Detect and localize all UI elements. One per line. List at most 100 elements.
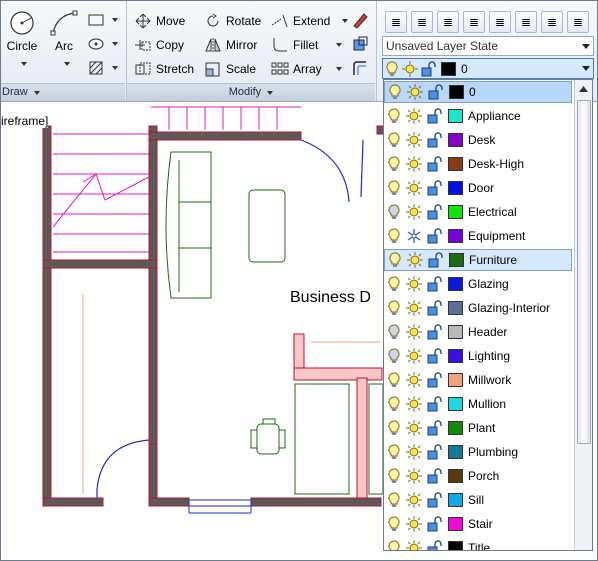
sun-thaw-icon[interactable]	[405, 83, 425, 101]
arc-dropdown-arrow[interactable]	[64, 62, 70, 66]
layer-color-swatch[interactable]	[448, 421, 463, 435]
layer-row[interactable]: Stair	[384, 513, 572, 535]
layer-color-swatch[interactable]	[448, 469, 463, 483]
array-dropdown-arrow[interactable]	[335, 67, 342, 71]
lightbulb-on-icon[interactable]	[384, 515, 404, 533]
sun-thaw-icon[interactable]	[404, 179, 424, 197]
unlock-icon[interactable]	[424, 323, 444, 341]
extend-dropdown-arrow[interactable]	[342, 19, 349, 23]
layer-color-swatch[interactable]	[448, 229, 463, 243]
layer-previous-button[interactable]: ≣	[411, 11, 433, 33]
erase-button[interactable]	[351, 9, 369, 31]
layer-color-swatch[interactable]	[448, 445, 463, 459]
layer-row[interactable]: Millwork	[384, 369, 572, 391]
sun-thaw-icon[interactable]	[404, 347, 424, 365]
unlock-icon[interactable]	[424, 347, 444, 365]
sun-thaw-icon[interactable]	[404, 131, 424, 149]
lightbulb-off-icon[interactable]	[384, 347, 404, 365]
layer-color-swatch[interactable]	[448, 397, 463, 411]
mirror-button[interactable]: Mirror	[204, 34, 257, 56]
circle-dropdown-arrow[interactable]	[21, 62, 27, 66]
layer-dropdown-list[interactable]: 0 Appliance Desk Desk-High Door Electrical Equ…	[383, 79, 593, 551]
lightbulb-off-icon[interactable]	[384, 203, 404, 221]
sun-thaw-icon[interactable]	[404, 275, 424, 293]
lightbulb-on-icon[interactable]	[384, 443, 404, 461]
sun-thaw-icon[interactable]	[404, 467, 424, 485]
sun-thaw-icon[interactable]	[404, 395, 424, 413]
modify-panel-title-bar[interactable]: Modify	[127, 83, 375, 101]
layer-color-swatch[interactable]	[448, 373, 463, 387]
copy-button[interactable]: Copy	[134, 34, 184, 56]
layer-row[interactable]: Glazing	[384, 273, 572, 295]
unlock-icon[interactable]	[424, 515, 444, 533]
layer-properties-button[interactable]: ≣	[385, 11, 407, 33]
sun-thaw-icon[interactable]	[404, 155, 424, 173]
lightbulb-on-icon[interactable]	[384, 227, 404, 245]
layer-list-scrollbar[interactable]	[574, 80, 592, 550]
move-button[interactable]: Move	[134, 10, 185, 32]
layer-row[interactable]: Desk-High	[384, 153, 572, 175]
fillet-button[interactable]: Fillet	[271, 34, 343, 56]
layer-row[interactable]: Sill	[384, 489, 572, 511]
draw-panel-title-bar[interactable]: Draw	[1, 83, 125, 101]
ellipse-button[interactable]	[87, 33, 118, 55]
layer-row[interactable]: Lighting	[384, 345, 572, 367]
sun-thaw-icon[interactable]	[404, 491, 424, 509]
layer-row[interactable]: Door	[384, 177, 572, 199]
layer-walk-button[interactable]: ≣	[489, 11, 511, 33]
scroll-thumb[interactable]	[577, 100, 591, 444]
layer-color-swatch[interactable]	[449, 85, 464, 99]
layer-color-swatch[interactable]	[448, 301, 463, 315]
unlock-icon[interactable]	[424, 155, 444, 173]
lightbulb-on-icon[interactable]	[384, 107, 404, 125]
layer-row[interactable]: Porch	[384, 465, 572, 487]
layer-color-swatch[interactable]	[448, 277, 463, 291]
layer-color-swatch[interactable]	[448, 325, 463, 339]
array-button[interactable]: Array	[271, 58, 342, 80]
sun-thaw-icon[interactable]	[404, 299, 424, 317]
layer-row[interactable]: Mullion	[384, 393, 572, 415]
unlock-icon[interactable]	[424, 467, 444, 485]
layer-color-swatch[interactable]	[448, 517, 463, 531]
layer-row[interactable]: Appliance	[384, 105, 572, 127]
sun-thaw-icon[interactable]	[404, 539, 424, 550]
layer-lock-button[interactable]: ≣	[567, 11, 589, 33]
unlock-icon[interactable]	[424, 491, 444, 509]
unlock-icon[interactable]	[424, 179, 444, 197]
lightbulb-on-icon[interactable]	[384, 539, 404, 550]
scroll-up-button[interactable]	[577, 82, 589, 96]
layer-color-swatch[interactable]	[448, 493, 463, 507]
layer-row[interactable]: Title	[384, 537, 572, 550]
layer-color-swatch[interactable]	[449, 253, 464, 267]
current-layer-select[interactable]: 0	[382, 58, 594, 79]
layer-off-button[interactable]: ≣	[541, 11, 563, 33]
hatch-dropdown-arrow[interactable]	[112, 66, 118, 70]
layer-color-swatch[interactable]	[448, 157, 463, 171]
hatch-button[interactable]	[87, 57, 118, 79]
unlock-icon[interactable]	[424, 395, 444, 413]
sun-thaw-icon[interactable]	[404, 515, 424, 533]
sun-thaw-icon[interactable]	[405, 251, 425, 269]
layer-color-swatch[interactable]	[448, 205, 463, 219]
layer-state-select[interactable]: Unsaved Layer State	[382, 36, 594, 56]
unlock-icon[interactable]	[424, 131, 444, 149]
arc-button[interactable]: Arc	[47, 9, 81, 69]
sun-thaw-icon[interactable]	[404, 419, 424, 437]
unlock-icon[interactable]	[424, 299, 444, 317]
scale-button[interactable]: Scale	[204, 58, 256, 80]
layer-row[interactable]: Furniture	[384, 249, 572, 271]
unlock-icon[interactable]	[424, 227, 444, 245]
unlock-icon[interactable]	[424, 275, 444, 293]
layer-freeze-button[interactable]: ≣	[515, 11, 537, 33]
ellipse-dropdown-arrow[interactable]	[112, 42, 118, 46]
layer-match-button[interactable]: ≣	[437, 11, 459, 33]
layer-row[interactable]: Equipment	[384, 225, 572, 247]
lightbulb-on-icon[interactable]	[384, 395, 404, 413]
layer-color-swatch[interactable]	[448, 133, 463, 147]
layer-isolate-button[interactable]: ≣	[463, 11, 485, 33]
draw-panel-expand-arrow[interactable]	[33, 91, 40, 95]
rotate-button[interactable]: Rotate	[204, 10, 261, 32]
lightbulb-on-icon[interactable]	[384, 299, 404, 317]
fillet-dropdown-arrow[interactable]	[336, 43, 343, 47]
layer-row[interactable]: Electrical	[384, 201, 572, 223]
